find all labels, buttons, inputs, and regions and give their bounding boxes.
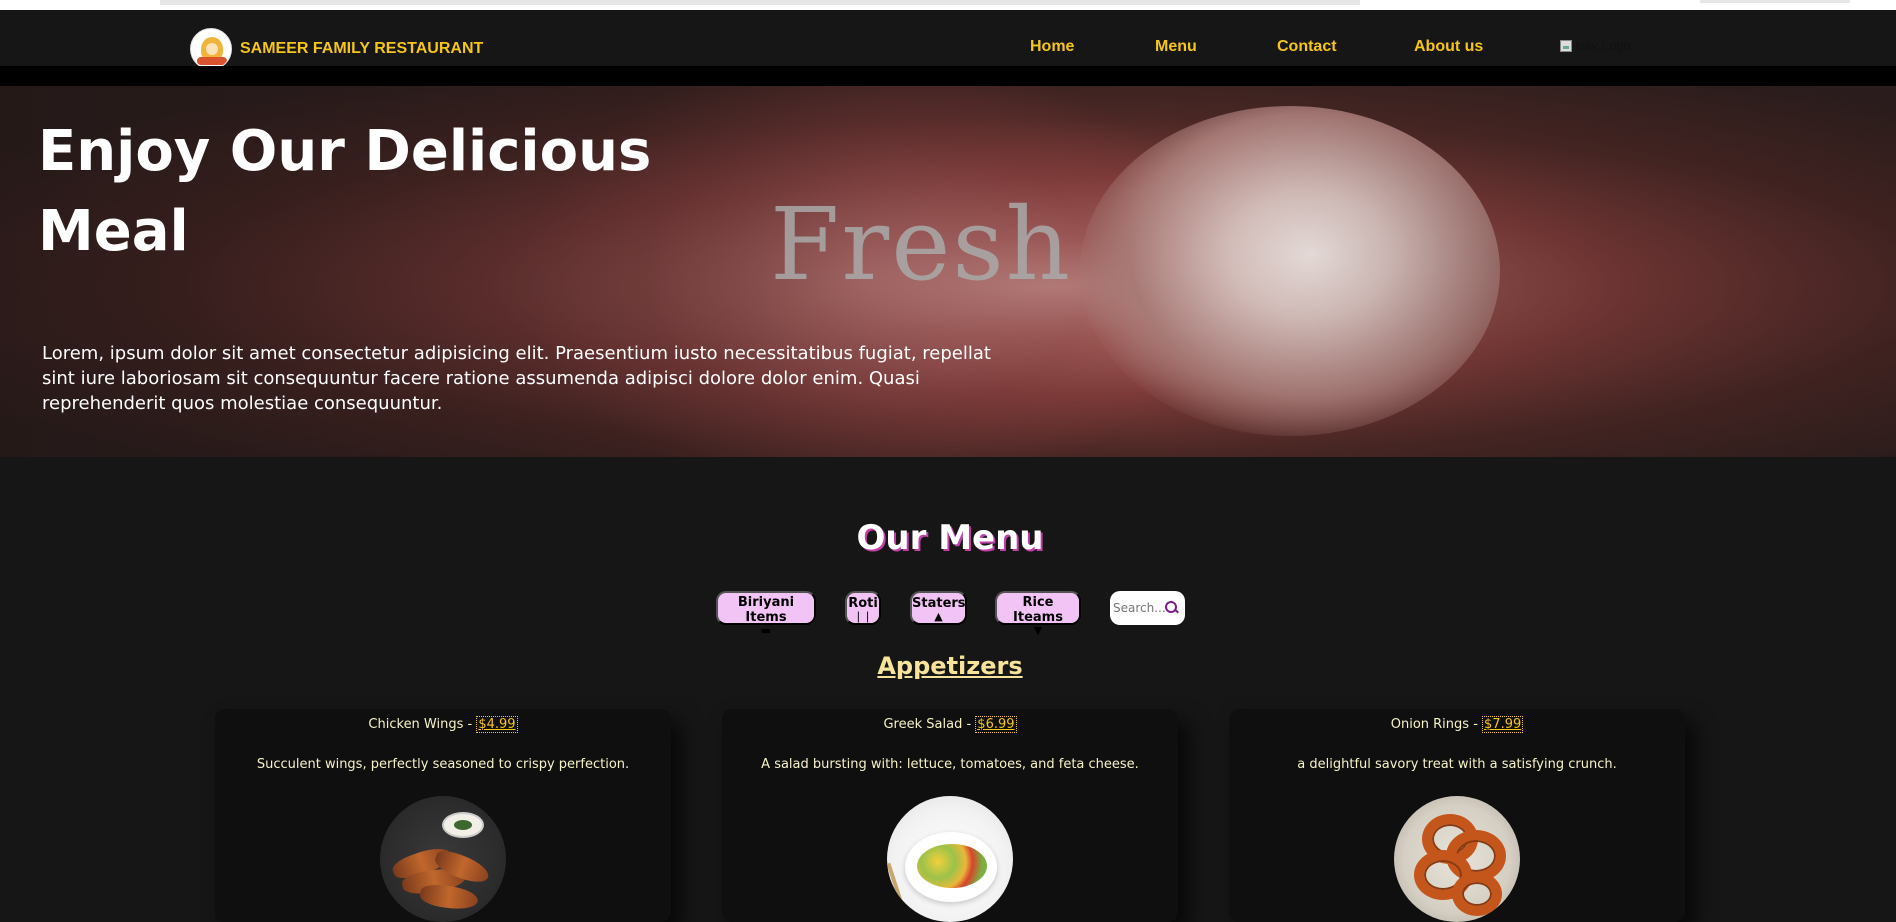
nav-logo-image[interactable]: Nav Logo — [1560, 38, 1631, 53]
card-title: Greek Salad - $6.99 — [883, 716, 1017, 733]
card-title: Chicken Wings - $4.99 — [368, 716, 518, 733]
category-label: Roti — [848, 595, 878, 611]
nav-link-about[interactable]: About us — [1414, 38, 1483, 56]
cocktail-icon: ▼ — [1033, 624, 1043, 637]
item-price[interactable]: $4.99 — [476, 716, 518, 733]
item-description: Succulent wings, perfectly seasoned to c… — [256, 757, 630, 772]
menu-title: Our Menu — [856, 518, 1044, 558]
category-label: Rice Iteams — [1013, 595, 1063, 625]
chicken-wings-image — [380, 796, 506, 922]
category-biriyani-button[interactable]: Biriyani Items ▬ — [716, 591, 816, 637]
broken-image-icon — [1560, 39, 1572, 52]
item-price[interactable]: $6.99 — [975, 716, 1017, 733]
category-label: Biriyani Items — [737, 595, 795, 625]
category-roti-button[interactable]: Roti ❘❘ — [845, 591, 881, 625]
brand-name: SAMEER FAMILY RESTAURANT — [240, 40, 484, 57]
category-staters-button[interactable]: Staters ▲ — [910, 591, 967, 625]
nav-link-home[interactable]: Home — [1030, 38, 1074, 56]
menu-card[interactable]: Chicken Wings - $4.99 Succulent wings, p… — [215, 709, 671, 922]
item-name: Chicken Wings — [368, 717, 464, 732]
browser-top-strip — [0, 0, 1896, 10]
menu-card[interactable]: Onion Rings - $7.99 a delightful savory … — [1229, 709, 1685, 922]
card-title: Onion Rings - $7.99 — [1390, 716, 1524, 733]
greek-salad-image — [887, 796, 1013, 922]
utensils-icon: ❘❘ — [853, 609, 873, 623]
nav-logo-alt: Nav Logo — [1575, 38, 1631, 53]
item-price[interactable]: $7.99 — [1482, 716, 1524, 733]
item-description: a delightful savory treat with a satisfy… — [1297, 757, 1617, 772]
hero-title: Enjoy Our Delicious Meal — [38, 119, 652, 264]
hero-text: Lorem, ipsum dolor sit amet consectetur … — [42, 343, 991, 414]
item-description: A salad bursting with: lettuce, tomatoes… — [761, 757, 1139, 772]
navbar-band — [0, 66, 1896, 86]
item-name: Onion Rings — [1390, 717, 1470, 732]
category-label: Staters — [912, 595, 966, 611]
nav-link-menu[interactable]: Menu — [1155, 38, 1197, 56]
onion-rings-image — [1394, 796, 1520, 922]
cloche-icon: ▲ — [934, 609, 943, 623]
brand[interactable]: SAMEER FAMILY RESTAURANT — [190, 28, 483, 70]
category-rice-button[interactable]: Rice Iteams ▼ — [995, 591, 1081, 637]
search-box[interactable] — [1110, 591, 1185, 625]
search-icon[interactable] — [1165, 601, 1179, 615]
nav-link-contact[interactable]: Contact — [1277, 38, 1337, 56]
hero-background-word: Fresh — [770, 186, 1073, 303]
hero-banner: Fresh Enjoy Our Delicious Meal Lorem, ip… — [0, 86, 1896, 457]
item-name: Greek Salad — [883, 717, 963, 732]
search-input[interactable] — [1113, 601, 1165, 615]
burger-icon: ▬ — [760, 624, 772, 637]
menu-card[interactable]: Greek Salad - $6.99 A salad bursting wit… — [722, 709, 1178, 922]
restaurant-logo — [190, 28, 232, 70]
section-title-appetizers: Appetizers — [877, 652, 1023, 680]
